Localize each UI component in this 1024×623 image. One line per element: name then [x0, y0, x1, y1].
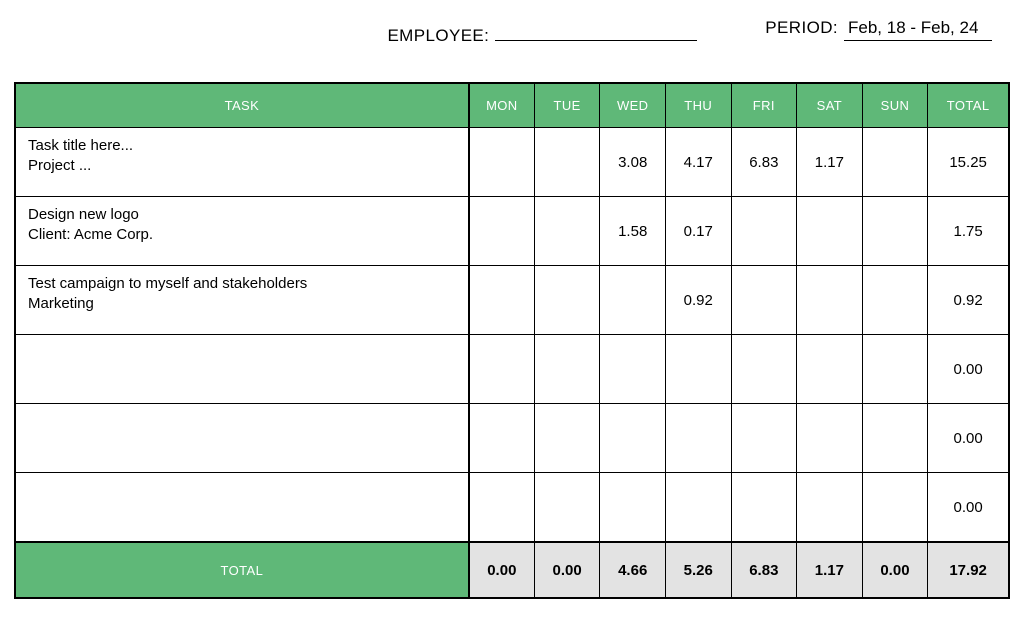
hours-cell-mon[interactable] — [469, 197, 535, 266]
hours-cell-wed[interactable]: 3.08 — [600, 128, 666, 197]
timesheet-page: EMPLOYEE: PERIOD: Feb, 18 - Feb, 24 TASK… — [0, 0, 1024, 623]
col-sat: SAT — [797, 83, 863, 128]
hours-cell-sun[interactable] — [862, 197, 928, 266]
hours-cell-thu[interactable]: 0.92 — [665, 266, 731, 335]
table-row: 0.00 — [15, 404, 1009, 473]
table-row: 0.00 — [15, 335, 1009, 404]
hours-cell-thu[interactable]: 4.17 — [665, 128, 731, 197]
col-task: TASK — [15, 83, 469, 128]
hours-cell-sat[interactable]: 1.17 — [797, 128, 863, 197]
hours-cell-sun[interactable] — [862, 266, 928, 335]
hours-cell-sat[interactable] — [797, 473, 863, 543]
col-tue: TUE — [534, 83, 600, 128]
hours-cell-sat[interactable] — [797, 404, 863, 473]
hours-cell-fri[interactable] — [731, 266, 797, 335]
row-total-cell: 0.00 — [928, 473, 1009, 543]
hours-cell-sun[interactable] — [862, 128, 928, 197]
task-cell[interactable]: Design new logoClient: Acme Corp. — [15, 197, 469, 266]
hours-cell-mon[interactable] — [469, 335, 535, 404]
hours-cell-tue[interactable] — [534, 473, 600, 543]
row-total-cell: 1.75 — [928, 197, 1009, 266]
row-total-cell: 0.00 — [928, 335, 1009, 404]
col-total-sun: 0.00 — [862, 542, 928, 598]
grand-total-cell: 17.92 — [928, 542, 1009, 598]
hours-cell-tue[interactable] — [534, 404, 600, 473]
hours-cell-thu[interactable] — [665, 335, 731, 404]
hours-cell-thu[interactable]: 0.17 — [665, 197, 731, 266]
employee-value[interactable] — [495, 18, 697, 41]
col-thu: THU — [665, 83, 731, 128]
hours-cell-fri[interactable]: 6.83 — [731, 128, 797, 197]
col-total-tue: 0.00 — [534, 542, 600, 598]
table-row: Test campaign to myself and stakeholders… — [15, 266, 1009, 335]
hours-cell-sun[interactable] — [862, 404, 928, 473]
employee-label: EMPLOYEE: — [387, 26, 495, 46]
col-total-sat: 1.17 — [797, 542, 863, 598]
task-title: Test campaign to myself and stakeholders — [28, 274, 456, 294]
hours-cell-wed[interactable] — [600, 266, 666, 335]
task-subtitle: Project ... — [28, 156, 456, 176]
hours-cell-sun[interactable] — [862, 335, 928, 404]
table-row: Task title here...Project ... 3.084.176.8… — [15, 128, 1009, 197]
header-meta: EMPLOYEE: PERIOD: Feb, 18 - Feb, 24 — [14, 18, 1010, 46]
col-wed: WED — [600, 83, 666, 128]
hours-cell-wed[interactable] — [600, 404, 666, 473]
table-row: 0.00 — [15, 473, 1009, 543]
period-value[interactable]: Feb, 18 - Feb, 24 — [844, 18, 992, 41]
period-label: PERIOD: — [765, 18, 844, 38]
col-mon: MON — [469, 83, 535, 128]
hours-cell-tue[interactable] — [534, 266, 600, 335]
task-cell[interactable] — [15, 404, 469, 473]
col-total-fri: 6.83 — [731, 542, 797, 598]
task-subtitle: Marketing — [28, 294, 456, 314]
total-label: TOTAL — [15, 542, 469, 598]
total-row: TOTAL0.000.004.665.266.831.170.0017.92 — [15, 542, 1009, 598]
hours-cell-mon[interactable] — [469, 266, 535, 335]
task-title: Task title here... — [28, 136, 456, 156]
row-total-cell: 0.92 — [928, 266, 1009, 335]
hours-cell-tue[interactable] — [534, 197, 600, 266]
task-title: Design new logo — [28, 205, 456, 225]
hours-cell-mon[interactable] — [469, 404, 535, 473]
hours-cell-tue[interactable] — [534, 128, 600, 197]
period-field: PERIOD: Feb, 18 - Feb, 24 — [765, 18, 992, 46]
hours-cell-wed[interactable] — [600, 473, 666, 543]
col-total-wed: 4.66 — [600, 542, 666, 598]
col-total-mon: 0.00 — [469, 542, 535, 598]
hours-cell-sat[interactable] — [797, 197, 863, 266]
hours-cell-fri[interactable] — [731, 404, 797, 473]
hours-cell-sat[interactable] — [797, 266, 863, 335]
hours-cell-fri[interactable] — [731, 335, 797, 404]
task-cell[interactable] — [15, 473, 469, 543]
hours-cell-tue[interactable] — [534, 335, 600, 404]
timesheet-table: TASK MON TUE WED THU FRI SAT SUN TOTAL T… — [14, 82, 1010, 599]
hours-cell-wed[interactable]: 1.58 — [600, 197, 666, 266]
hours-cell-fri[interactable] — [731, 473, 797, 543]
row-total-cell: 15.25 — [928, 128, 1009, 197]
hours-cell-sat[interactable] — [797, 335, 863, 404]
employee-field: EMPLOYEE: — [387, 18, 697, 46]
col-total-thu: 5.26 — [665, 542, 731, 598]
hours-cell-thu[interactable] — [665, 473, 731, 543]
row-total-cell: 0.00 — [928, 404, 1009, 473]
task-cell[interactable]: Test campaign to myself and stakeholders… — [15, 266, 469, 335]
hours-cell-sun[interactable] — [862, 473, 928, 543]
col-total: TOTAL — [928, 83, 1009, 128]
hours-cell-fri[interactable] — [731, 197, 797, 266]
hours-cell-thu[interactable] — [665, 404, 731, 473]
table-row: Design new logoClient: Acme Corp. 1.580.1… — [15, 197, 1009, 266]
header-row: TASK MON TUE WED THU FRI SAT SUN TOTAL — [15, 83, 1009, 128]
task-cell[interactable] — [15, 335, 469, 404]
task-subtitle: Client: Acme Corp. — [28, 225, 456, 245]
task-cell[interactable]: Task title here...Project ... — [15, 128, 469, 197]
hours-cell-wed[interactable] — [600, 335, 666, 404]
hours-cell-mon[interactable] — [469, 473, 535, 543]
col-sun: SUN — [862, 83, 928, 128]
hours-cell-mon[interactable] — [469, 128, 535, 197]
col-fri: FRI — [731, 83, 797, 128]
